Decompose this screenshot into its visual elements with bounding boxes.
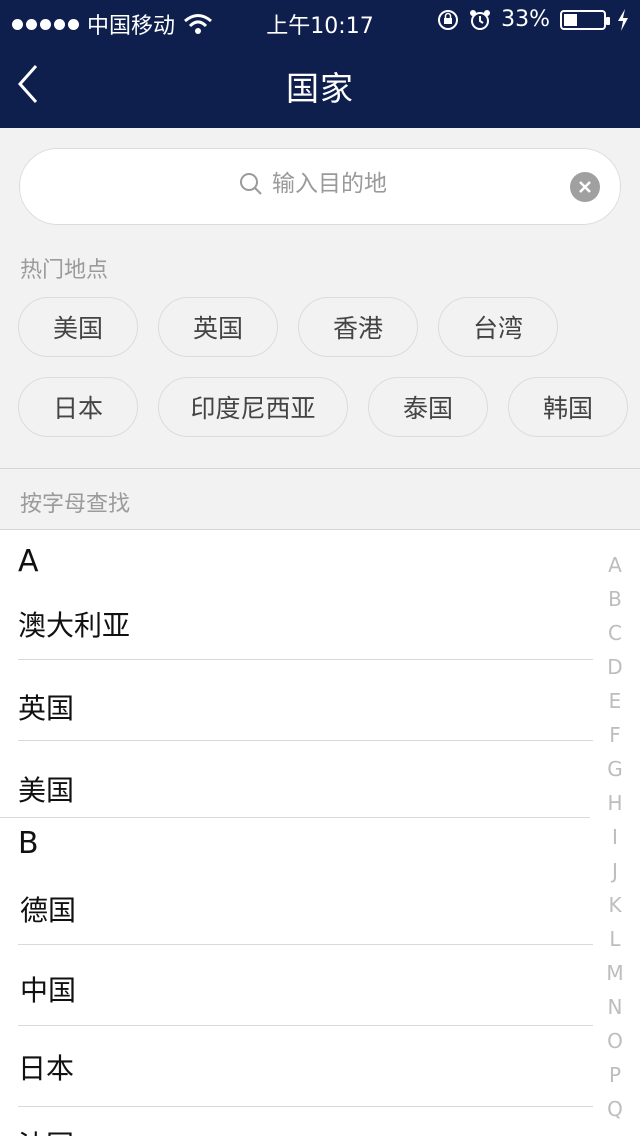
index-letter[interactable]: M [602, 960, 628, 994]
row-divider [18, 1025, 593, 1026]
page-title: 国家 [286, 69, 354, 108]
search-box[interactable] [19, 148, 621, 225]
hot-place-chip[interactable]: 印度尼西亚 [158, 377, 348, 437]
battery-percent: 33% [501, 7, 550, 32]
by-letter-label: 按字母查找 [20, 492, 131, 517]
section-divider [0, 468, 640, 469]
charging-icon [618, 8, 628, 31]
index-letter[interactable]: L [602, 926, 628, 960]
rotation-lock-icon [438, 9, 459, 30]
country-row[interactable]: 日本 [18, 1047, 593, 1087]
index-letter[interactable]: A [602, 552, 628, 586]
search-input[interactable] [272, 171, 402, 197]
index-letter[interactable]: E [602, 688, 628, 722]
index-letter[interactable]: G [602, 756, 628, 790]
nav-bar: 国家 [0, 40, 640, 128]
index-letter[interactable]: C [602, 620, 628, 654]
hot-place-chip[interactable]: 台湾 [438, 297, 558, 357]
row-divider [18, 1106, 593, 1107]
battery-icon [560, 9, 610, 30]
search-inner [20, 171, 620, 197]
clear-search-button[interactable] [570, 172, 600, 202]
hot-place-chip[interactable]: 日本 [18, 377, 138, 437]
country-row[interactable]: 美国 [18, 769, 593, 809]
index-letter[interactable]: Q [602, 1096, 628, 1130]
hot-place-chip[interactable]: 泰国 [368, 377, 488, 437]
index-letter[interactable]: B [602, 586, 628, 620]
alphabet-index[interactable]: A B C D E F G H I J K L M N O P Q [602, 552, 628, 1130]
status-bar: 中国移动 上午10:17 33% [0, 0, 640, 40]
hot-place-chip[interactable]: 香港 [298, 297, 418, 357]
index-letter[interactable]: H [602, 790, 628, 824]
row-divider [18, 659, 593, 660]
index-letter[interactable]: F [602, 722, 628, 756]
row-divider [18, 944, 593, 945]
index-letter[interactable]: J [602, 858, 628, 892]
row-divider [18, 740, 593, 741]
index-letter[interactable]: K [602, 892, 628, 926]
hot-place-chip[interactable]: 韩国 [508, 377, 628, 437]
country-row[interactable]: 中国 [20, 969, 595, 1009]
country-row[interactable]: 法国 [18, 1124, 593, 1136]
hot-places-label: 热门地点 [20, 258, 109, 283]
index-letter[interactable]: I [602, 824, 628, 858]
index-letter[interactable]: D [602, 654, 628, 688]
group-divider [0, 817, 590, 818]
search-icon [240, 173, 262, 195]
index-letter[interactable]: O [602, 1028, 628, 1062]
status-right: 33% [437, 7, 630, 32]
group-header: B [18, 826, 39, 861]
country-row[interactable]: 英国 [18, 687, 593, 727]
hot-place-chip[interactable]: 美国 [18, 297, 138, 357]
alarm-icon [470, 9, 491, 30]
country-row[interactable]: 澳大利亚 [18, 604, 593, 644]
hot-place-chip[interactable]: 英国 [158, 297, 278, 357]
index-letter[interactable]: N [602, 994, 628, 1028]
country-list: A 澳大利亚 英国 美国 B 德国 中国 日本 法国 [0, 530, 640, 1136]
index-letter[interactable]: P [602, 1062, 628, 1096]
group-header: A [18, 544, 39, 579]
top-bar: 中国移动 上午10:17 33% 国家 [0, 0, 640, 128]
country-row[interactable]: 德国 [20, 889, 595, 929]
